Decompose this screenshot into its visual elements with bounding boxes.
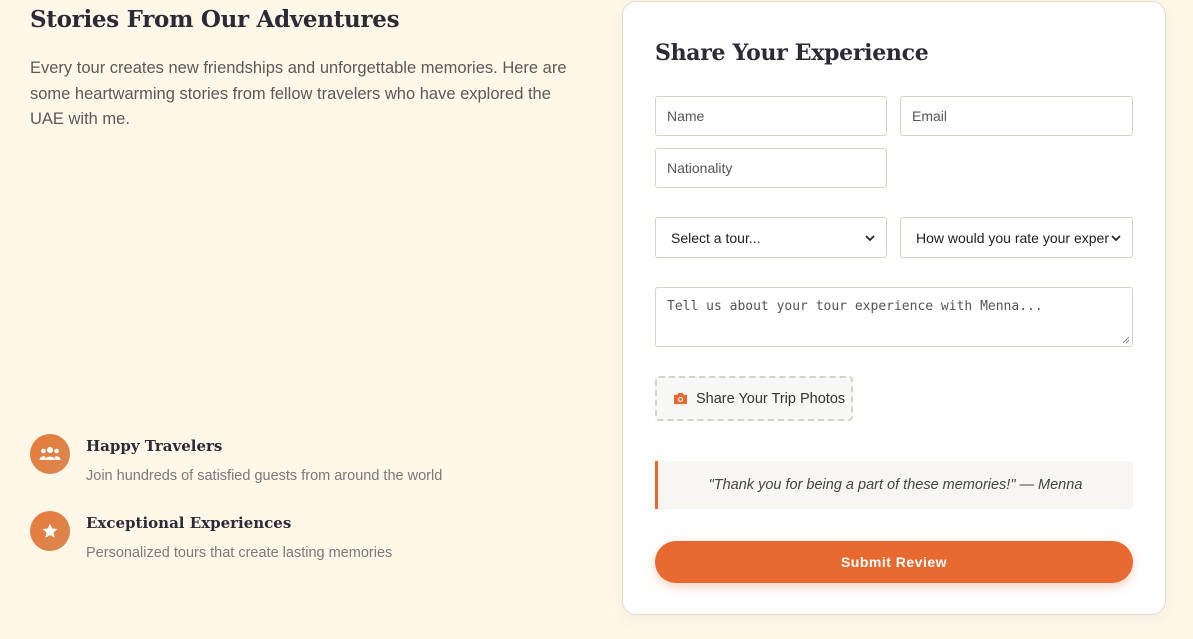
feature-description: Personalized tours that create lasting m… [86, 545, 393, 561]
review-form: Share Your Experience Select a tour... H… [622, 1, 1166, 615]
chevron-down-icon [1111, 234, 1121, 241]
stories-title: Stories From Our Adventures [30, 6, 400, 33]
tour-select-value: Select a tour... [671, 229, 761, 246]
tour-select[interactable]: Select a tour... [655, 217, 887, 258]
chevron-down-icon [865, 234, 875, 241]
rating-select[interactable]: How would you rate your exper [900, 217, 1133, 258]
camera-icon [674, 392, 687, 405]
feature-title: Happy Travelers [86, 437, 223, 455]
form-title: Share Your Experience [655, 40, 929, 66]
stories-section: Stories From Our Adventures Every tour c… [30, 0, 590, 639]
message-textarea[interactable] [655, 287, 1133, 347]
star-icon [30, 511, 70, 551]
rating-select-value: How would you rate your exper [916, 229, 1109, 246]
resize-handle-icon[interactable] [1122, 336, 1130, 344]
feature-exceptional-experiences: Exceptional Experiences Personalized tou… [30, 511, 570, 571]
submit-review-button[interactable]: Submit Review [655, 541, 1133, 583]
nationality-input[interactable] [655, 148, 887, 188]
upload-label: Share Your Trip Photos [696, 390, 846, 407]
upload-photos-button[interactable]: Share Your Trip Photos [655, 376, 853, 421]
quote-text: "Thank you for being a part of these mem… [708, 477, 1083, 493]
message-wrapper [655, 287, 1133, 347]
feature-title: Exceptional Experiences [86, 514, 292, 532]
stories-intro: Every tour creates new friendships and u… [30, 59, 567, 128]
thank-you-quote: "Thank you for being a part of these mem… [655, 461, 1133, 509]
users-icon [30, 434, 70, 474]
feature-happy-travelers: Happy Travelers Join hundreds of satisfi… [30, 434, 570, 494]
email-input[interactable] [900, 96, 1133, 136]
name-input[interactable] [655, 96, 887, 136]
feature-description: Join hundreds of satisfied guests from a… [86, 468, 443, 484]
